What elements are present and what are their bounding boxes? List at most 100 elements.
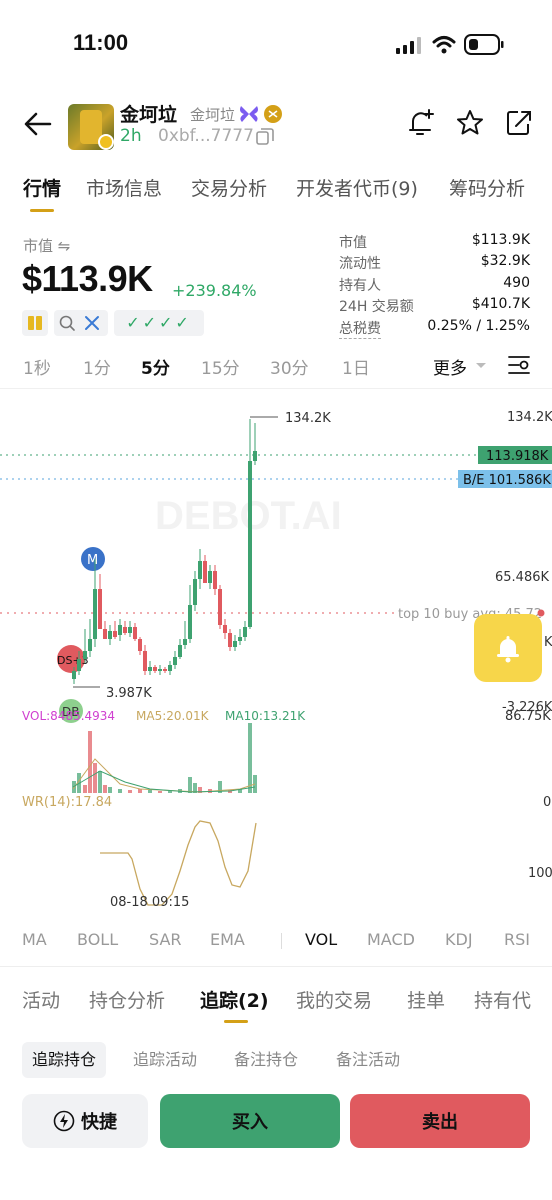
vol-max-label: 86.75K xyxy=(505,709,551,724)
candle-body xyxy=(168,665,172,671)
volume-bar xyxy=(83,785,87,793)
tab-market-info[interactable]: 市场信息 xyxy=(86,174,162,201)
status-bar: 11:00 xyxy=(0,0,552,90)
section-tab-my-trades[interactable]: 我的交易 xyxy=(296,986,372,1013)
sell-label: 卖出 xyxy=(422,1112,458,1133)
candle-body xyxy=(148,667,152,671)
candlestick-svg: DEBOT.AI 134.2K 3.987K 134.2K 65.486K -3… xyxy=(0,410,552,910)
candle-body xyxy=(77,659,81,671)
chart-settings-icon[interactable] xyxy=(506,352,532,378)
token-age: 2h xyxy=(120,126,142,146)
add-alert-icon[interactable] xyxy=(406,108,436,138)
tab-market[interactable]: 行情 xyxy=(23,174,61,201)
indicator-vol[interactable]: VOL xyxy=(305,930,337,949)
tab-trade-analysis[interactable]: 交易分析 xyxy=(191,174,267,201)
interval-1m[interactable]: 1分 xyxy=(83,354,111,379)
sub-tab-track-holdings[interactable]: 追踪持仓 xyxy=(22,1042,107,1078)
volume-bar xyxy=(128,790,132,793)
section-tab-holders[interactable]: 持有代 xyxy=(474,986,531,1013)
axis-price-label: 134.2K xyxy=(507,410,552,425)
indicator-divider xyxy=(281,933,282,949)
date-label: 08-18 09:15 xyxy=(110,895,189,910)
back-arrow-icon[interactable] xyxy=(22,108,54,140)
quick-trade-button[interactable]: 快捷 xyxy=(22,1094,148,1148)
candle-body xyxy=(248,461,252,627)
star-icon[interactable] xyxy=(455,108,485,138)
candle-body xyxy=(173,657,177,665)
stat-value: 490 xyxy=(503,275,530,291)
cellular-signal-icon xyxy=(396,37,421,54)
x-twitter-icon[interactable] xyxy=(84,315,100,331)
low-price-label: 3.987K xyxy=(106,686,152,701)
alert-bell-button[interactable] xyxy=(474,614,542,682)
token-address[interactable]: 0xbf...7777 xyxy=(158,126,254,146)
sub-tab-note-activity[interactable]: 备注活动 xyxy=(326,1042,410,1078)
volume-bar xyxy=(148,790,152,793)
indicator-sar[interactable]: SAR xyxy=(149,930,182,949)
token-name: 金坷垃 xyxy=(120,104,178,126)
top10-dot xyxy=(537,609,545,617)
price-change: +239.84% xyxy=(172,281,257,300)
search-icon[interactable] xyxy=(58,314,76,332)
candle-body xyxy=(213,571,217,589)
security-checks[interactable]: ✓✓✓✓ xyxy=(114,310,204,336)
candle-body xyxy=(223,625,227,633)
indicator-macd[interactable]: MACD xyxy=(367,930,415,949)
stat-label: 24H 交易额 xyxy=(339,299,414,315)
stat-label: 总税费 xyxy=(339,318,381,339)
price-chart[interactable]: DEBOT.AI 134.2K 3.987K 134.2K 65.486K -3… xyxy=(0,388,552,918)
section-tab-activity[interactable]: 活动 xyxy=(22,986,60,1013)
candle-body xyxy=(83,651,87,659)
interval-15m[interactable]: 15分 xyxy=(201,354,240,379)
volume-bars xyxy=(72,723,257,793)
bell-icon xyxy=(497,636,519,663)
copy-icon[interactable] xyxy=(256,128,274,146)
sub-tab-track-activity[interactable]: 追踪活动 xyxy=(123,1042,207,1078)
ma5-label: MA5:20.01K xyxy=(136,709,210,723)
market-cap-label[interactable]: 市值 ⇋ xyxy=(23,235,70,256)
m-marker-label: M xyxy=(87,553,98,568)
interval-1d[interactable]: 1日 xyxy=(342,354,370,379)
quick-trade-label: 快捷 xyxy=(81,1112,117,1133)
share-icon[interactable] xyxy=(504,108,534,138)
main-tabs: 行情 市场信息 交易分析 开发者代币(9) 筹码分析 xyxy=(0,174,552,218)
candle-body xyxy=(228,633,232,647)
indicator-rsi[interactable]: RSI xyxy=(504,930,530,949)
section-tab-tracking[interactable]: 追踪(2) xyxy=(200,986,269,1013)
section-tab-holdings[interactable]: 持仓分析 xyxy=(89,986,165,1013)
candle-body xyxy=(128,627,132,633)
divider xyxy=(0,966,552,967)
peak-price-label: 134.2K xyxy=(285,411,331,426)
volume-bar xyxy=(158,791,162,793)
indicator-ma[interactable]: MA xyxy=(22,930,47,949)
interval-30m[interactable]: 30分 xyxy=(270,354,309,379)
interval-5m[interactable]: 5分 xyxy=(141,354,170,379)
sub-tab-note-holdings[interactable]: 备注持仓 xyxy=(224,1042,308,1078)
status-time: 11:00 xyxy=(73,30,129,55)
candle-body xyxy=(183,639,187,645)
book-badge[interactable] xyxy=(22,310,48,336)
volume-bar xyxy=(108,787,112,793)
active-section-indicator xyxy=(224,1020,248,1023)
sell-button[interactable]: 卖出 xyxy=(350,1094,530,1148)
interval-1s[interactable]: 1秒 xyxy=(23,354,51,379)
buy-button[interactable]: 买入 xyxy=(160,1094,340,1148)
indicator-ema[interactable]: EMA xyxy=(210,930,245,949)
indicator-kdj[interactable]: KDJ xyxy=(445,930,473,949)
stat-value: 0.25% / 1.25% xyxy=(427,318,530,334)
indicator-boll[interactable]: BOLL xyxy=(77,930,118,949)
more-intervals[interactable]: 更多 xyxy=(433,354,467,379)
candle-body xyxy=(233,641,237,647)
candle-body xyxy=(103,629,107,639)
tab-dev-tokens[interactable]: 开发者代币(9) xyxy=(296,174,418,201)
book-icon xyxy=(28,316,42,330)
breakeven-label: B/E 101.586K xyxy=(463,473,551,488)
ma10-label: MA10:13.21K xyxy=(225,709,306,723)
candle-body xyxy=(88,639,92,651)
volume-bar xyxy=(103,785,107,793)
buy-label: 买入 xyxy=(232,1112,268,1133)
tab-chip-analysis[interactable]: 筹码分析 xyxy=(449,174,525,201)
candle-body xyxy=(238,637,242,641)
stat-label: 市值 xyxy=(339,235,367,251)
section-tab-orders[interactable]: 挂单 xyxy=(407,986,445,1013)
